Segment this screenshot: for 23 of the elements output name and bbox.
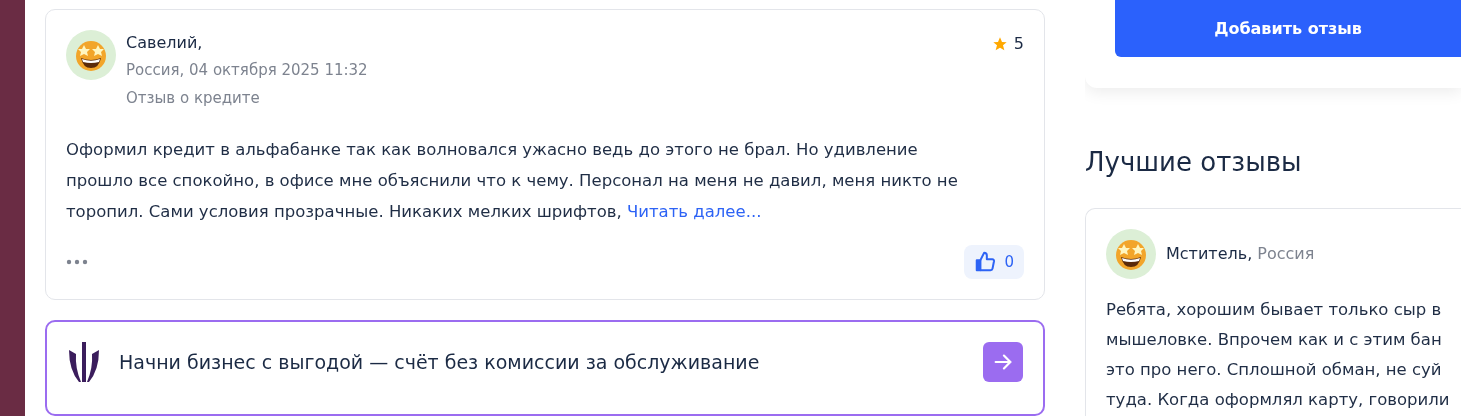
review-text-line: мышеловке. Впрочем как и с этим бан xyxy=(1106,329,1443,351)
thumbs-up-icon xyxy=(974,251,997,273)
author-name: Мститель, Россия xyxy=(1166,243,1315,265)
review-text-line: Ребята, хорошим бывает только сыр в xyxy=(1106,299,1443,321)
review-text: Оформил кредит в альфабанке так как волновался ужасно ведь до этого не брал. Но удивление прошло все спокойно, в офисе мне объяснили что к чему. Персонал на меня не давил, меня никто не торопил. Сами условия прозрачные. Никаких мелких шрифтов, Читать далее... xyxy=(66,139,959,223)
read-more-link[interactable]: Читать далее... xyxy=(626,202,762,221)
star-eyes-emoji-icon xyxy=(1114,237,1148,271)
review-text-line: туда. Когда оформлял карту, говорили xyxy=(1106,389,1451,411)
review-subject: Отзыв о кредите xyxy=(126,88,261,109)
add-review-button[interactable]: Добавить отзыв xyxy=(1115,0,1461,57)
star-eyes-emoji-icon xyxy=(74,38,108,72)
bank-logo-icon xyxy=(67,340,101,384)
author-name: Савелий, xyxy=(126,32,204,54)
review-text-line: это про него. Сплошной обман, не суй xyxy=(1106,359,1443,381)
arrow-button[interactable] xyxy=(983,342,1023,382)
promo-text: Начни бизнес с выгодой — счёт без комиссии за обслуживание xyxy=(119,351,761,373)
review-meta: Россия, 04 октября 2025 11:32 xyxy=(126,60,369,81)
star-icon xyxy=(991,35,1008,52)
rating-value: 5 xyxy=(1013,34,1024,53)
promo-banner[interactable]: Начни бизнес с выгодой — счёт без комиссии за обслуживание xyxy=(45,320,1045,416)
more-icon[interactable] xyxy=(66,259,88,265)
section-title: Лучшие отзывы xyxy=(1085,146,1303,179)
like-button[interactable]: 0 xyxy=(964,245,1024,279)
